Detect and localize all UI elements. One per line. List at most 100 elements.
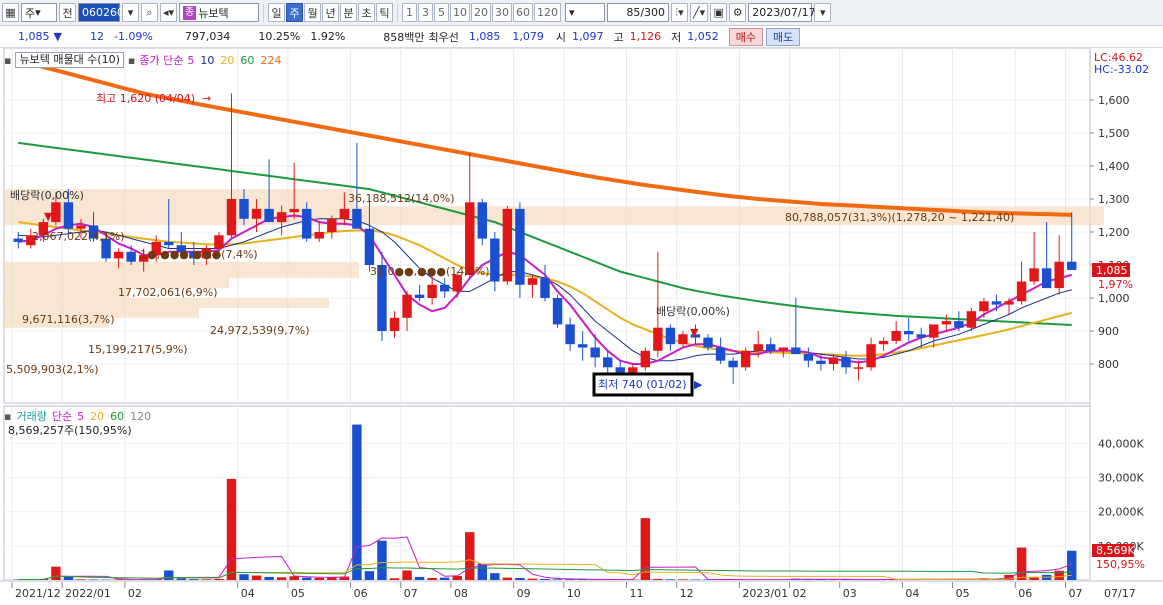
period-tab[interactable]: 년 <box>322 3 340 22</box>
legend-square-icon: ▪ <box>4 53 12 67</box>
candle-body <box>402 294 412 318</box>
stock-name-field[interactable]: 종 뉴보텍 <box>179 3 260 22</box>
candle-body <box>590 347 600 358</box>
x-tick-label: 05 <box>956 587 970 600</box>
interval-tab[interactable]: 3 <box>418 3 434 22</box>
candle-body <box>816 360 826 364</box>
volume-ma-period-label[interactable]: 120 <box>130 410 151 423</box>
market-select[interactable]: 주 ▾ <box>21 3 57 22</box>
search-icon[interactable]: ⌕ <box>141 3 158 22</box>
volume-bar <box>665 579 676 580</box>
high-annotation: 최고 1,620 (04/04) <box>96 92 195 105</box>
candle-body <box>941 321 952 325</box>
candle-body <box>853 367 864 369</box>
y-tick-label: 1,300 <box>1098 193 1130 206</box>
custom-interval-input[interactable]: ▾ <box>565 3 606 22</box>
buy-button[interactable]: 매수 <box>728 27 764 46</box>
period-tab[interactable]: 일 <box>268 3 286 22</box>
volume-ma-period-label[interactable]: 60 <box>110 410 124 423</box>
x-tick-label: 11 <box>630 587 644 600</box>
volume-profile-bar <box>4 261 359 279</box>
volume-profile-label: 1●,●●●,●●●(7,4%) <box>140 248 258 261</box>
candle-body <box>665 327 676 345</box>
candle-body <box>327 218 337 232</box>
ma-period-label[interactable]: 10 <box>200 54 214 67</box>
volume-bar <box>364 571 375 580</box>
volume-profile-bar <box>4 288 129 298</box>
candle-body <box>515 208 525 285</box>
interval-tab[interactable]: 120 <box>534 3 562 22</box>
ma-period-label[interactable]: 20 <box>220 54 234 67</box>
interval-tab[interactable]: 5 <box>434 3 450 22</box>
x-tick-label: 10 <box>567 587 581 600</box>
period-tab[interactable]: 틱 <box>376 3 394 22</box>
bar-count-field[interactable]: 85/300 <box>607 3 670 22</box>
period-tab[interactable]: 분 <box>340 3 358 22</box>
volume-bar <box>63 576 74 580</box>
ma-period-label[interactable]: 224 <box>260 54 281 67</box>
x-tick-label: 02 <box>128 587 142 600</box>
interval-tab[interactable]: 20 <box>471 3 492 22</box>
candle-body <box>728 360 738 368</box>
stock-code-input[interactable]: 060260 <box>78 3 124 22</box>
candle-body <box>364 228 375 265</box>
x-tick-label: 12 <box>680 587 694 600</box>
candle-body <box>63 202 74 229</box>
dividend-annotation: 배당락(0,00%) <box>10 189 84 202</box>
right-arrow-icon: → <box>202 92 211 105</box>
interval-tab[interactable]: 1 <box>402 3 418 22</box>
prev-button[interactable]: 전 <box>59 3 76 22</box>
volume-ma-period-label[interactable]: 20 <box>90 410 104 423</box>
ask-label: 최우선 <box>428 30 459 44</box>
volume-profile-label: 80,788,057(31,3%)(1,278,20 ~ 1,221,40) <box>785 211 1014 224</box>
calendar-icon[interactable]: ▾ <box>814 3 832 22</box>
interval-tab[interactable]: 10 <box>450 3 471 22</box>
volume-bar <box>176 578 187 580</box>
interval-tab[interactable]: 60 <box>513 3 534 22</box>
dropdown-icon[interactable]: ▾ <box>122 3 139 22</box>
main-chart-title[interactable]: 뉴보텍 매물대 수(10) <box>15 52 124 68</box>
volume-tag: 8,569K <box>1096 544 1135 557</box>
x-tick-label: 07 <box>1068 587 1082 600</box>
candle-body <box>427 284 437 298</box>
volume-bar <box>552 579 563 580</box>
speaker-icon[interactable]: ◂▾ <box>160 3 178 22</box>
period-tab[interactable]: 주 <box>286 3 304 22</box>
sell-button[interactable]: 매도 <box>766 27 801 46</box>
period-tab[interactable]: 초 <box>358 3 376 22</box>
candle-body <box>113 251 124 259</box>
candle-body <box>640 350 651 368</box>
ma-period-label[interactable]: 60 <box>240 54 254 67</box>
save-icon[interactable]: ▣ <box>710 3 728 22</box>
chart-layout-icon[interactable]: ▦ <box>2 3 19 22</box>
price-chart[interactable]: 1,6001,5001,4001,3001,2001,1001,00090080… <box>0 48 1163 605</box>
candle-body <box>778 347 788 351</box>
low-price: 1,052 <box>687 30 719 43</box>
settings-icon[interactable]: ⚙ <box>729 3 747 22</box>
volume-bar <box>302 577 312 580</box>
change-percent: -1.09% <box>113 30 153 43</box>
market-label: 주 <box>25 6 36 20</box>
candle-body <box>1041 268 1052 289</box>
candle-body <box>51 202 61 223</box>
interval-tab[interactable]: 30 <box>492 3 513 22</box>
open-label: 시 <box>555 30 567 44</box>
candle-body <box>929 324 939 338</box>
candle-type-icon[interactable]: ⫶▾ <box>671 3 689 22</box>
volume-bar <box>352 424 362 580</box>
date-field[interactable]: 2023/07/17 <box>748 3 816 22</box>
volume-ma-period-label[interactable]: 5 <box>77 410 84 423</box>
volume-bar <box>51 566 61 580</box>
candle-body <box>126 251 136 262</box>
period-tab[interactable]: 월 <box>304 3 322 22</box>
current-price-tag: 1,085 <box>1096 264 1128 277</box>
candle-body <box>715 347 726 361</box>
toolbar: ▦ 주 ▾ 전 060260 ▾ ⌕ ◂▾ 종 뉴보텍 일주월년분초틱 1 3 5 10… <box>0 0 1163 26</box>
ma-label[interactable]: 종가 단순 <box>139 52 183 68</box>
volume-profile-label: 36,188,512(14,0%) <box>348 192 455 205</box>
draw-tool-icon[interactable]: ╱▾ <box>690 3 709 22</box>
candle-body <box>678 334 688 345</box>
candle-body <box>1016 281 1027 302</box>
volume-bar <box>377 540 387 580</box>
ma-period-label[interactable]: 5 <box>187 54 194 67</box>
